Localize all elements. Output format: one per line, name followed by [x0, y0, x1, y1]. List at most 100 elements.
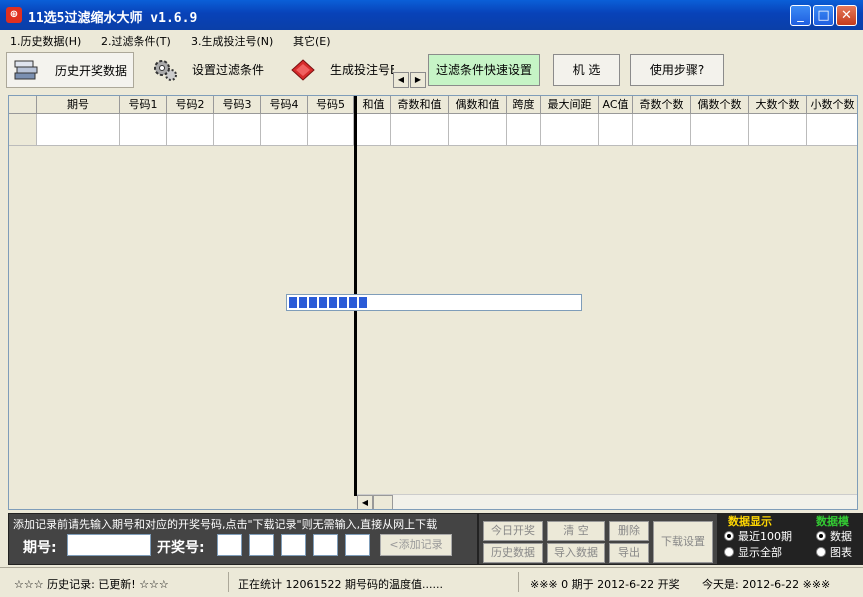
- progress-segment: [309, 297, 317, 308]
- maximize-icon: □: [817, 8, 830, 23]
- window-title: 11选5过滤缩水大师 v1.6.9: [28, 11, 198, 26]
- column-header[interactable]: 奇数个数: [633, 96, 691, 114]
- horizontal-scrollbar[interactable]: ◀: [357, 494, 857, 509]
- close-button[interactable]: ✕: [836, 5, 857, 26]
- arrow-right-icon: ▶: [414, 75, 422, 84]
- column-header[interactable]: 小数个数: [807, 96, 857, 114]
- clear-button[interactable]: 清 空: [547, 521, 605, 541]
- status-bar: ☆☆☆ 历史记录: 已更新! ☆☆☆ 正在统计 12061522 期号码的温度值…: [0, 567, 863, 597]
- column-header[interactable]: 期号: [37, 96, 120, 114]
- column-header[interactable]: AC值: [599, 96, 633, 114]
- table-cell[interactable]: [308, 114, 354, 146]
- table-cell[interactable]: [749, 114, 807, 146]
- maximize-button[interactable]: □: [813, 5, 834, 26]
- scroll-left-button[interactable]: ◀: [357, 495, 373, 509]
- column-header[interactable]: 偶数个数: [691, 96, 749, 114]
- close-icon: ✕: [841, 8, 852, 23]
- arrow-left-icon: ◀: [397, 75, 405, 84]
- column-header[interactable]: 偶数和值: [449, 96, 507, 114]
- minimize-icon: _: [797, 8, 804, 23]
- column-header[interactable]: 号码2: [167, 96, 214, 114]
- table-cell[interactable]: [37, 114, 120, 146]
- help-steps-button[interactable]: 使用步骤?: [630, 54, 724, 86]
- column-header[interactable]: 和值: [357, 96, 391, 114]
- set-filter-button[interactable]: 设置过滤条件: [146, 52, 272, 88]
- table-cell[interactable]: [691, 114, 749, 146]
- table-cell[interactable]: [449, 114, 507, 146]
- column-header[interactable]: 号码5: [308, 96, 354, 114]
- minimize-button[interactable]: _: [790, 5, 811, 26]
- add-record-button[interactable]: <添加记录: [380, 534, 452, 556]
- column-header[interactable]: 奇数和值: [391, 96, 449, 114]
- menu-bar: 1.历史数据(H) 2.过滤条件(T) 3.生成投注号(N) 其它(E): [0, 30, 863, 50]
- progress-fill: [289, 297, 367, 308]
- number-input-5[interactable]: [345, 534, 370, 556]
- column-header[interactable]: 最大间距: [541, 96, 599, 114]
- menu-history[interactable]: 1.历史数据(H): [10, 33, 81, 49]
- history-data-label: 历史开奖数据: [55, 64, 128, 78]
- show-all-radio[interactable]: [724, 547, 734, 557]
- data-display-title: 数据显示: [728, 515, 772, 528]
- progress-bar: [286, 294, 582, 311]
- toolbar-scroll-left-button[interactable]: ◀: [393, 72, 409, 88]
- table-cell[interactable]: [167, 114, 214, 146]
- status-separator: [518, 572, 519, 592]
- status-separator: [228, 572, 229, 592]
- table-cell[interactable]: [357, 114, 391, 146]
- number-input-1[interactable]: [217, 534, 242, 556]
- column-header[interactable]: 大数个数: [749, 96, 807, 114]
- table-cell[interactable]: [541, 114, 599, 146]
- column-header[interactable]: 号码3: [214, 96, 261, 114]
- table-cell[interactable]: [807, 114, 857, 146]
- download-settings-button[interactable]: 下载设置: [653, 521, 713, 563]
- number-input-4[interactable]: [313, 534, 338, 556]
- toolbar-scroll-right-button[interactable]: ▶: [410, 72, 426, 88]
- random-pick-button[interactable]: 机 选: [553, 54, 620, 86]
- data-mode-title: 数据模: [816, 515, 849, 528]
- table-cell[interactable]: [507, 114, 541, 146]
- progress-status: 正在统计 12061522 期号码的温度值......: [238, 578, 443, 591]
- column-header[interactable]: 跨度: [507, 96, 541, 114]
- scroll-thumb[interactable]: [373, 495, 393, 509]
- menu-generate[interactable]: 3.生成投注号(N): [191, 33, 273, 49]
- column-header[interactable]: 号码1: [120, 96, 167, 114]
- recent-100-label: 最近100期: [738, 530, 792, 543]
- menu-filter[interactable]: 2.过滤条件(T): [101, 33, 171, 49]
- red-gem-icon: [291, 59, 315, 81]
- export-button[interactable]: 导出: [609, 543, 649, 563]
- recent-100-radio[interactable]: [724, 531, 734, 541]
- grid-corner: [9, 96, 37, 114]
- table-cell[interactable]: [599, 114, 633, 146]
- quick-filter-button[interactable]: 过滤条件快速设置: [428, 54, 540, 86]
- mode-data-label: 数据: [830, 530, 852, 543]
- table-cell[interactable]: [633, 114, 691, 146]
- history-status: ☆☆☆ 历史记录: 已更新! ☆☆☆: [14, 578, 169, 591]
- table-cell[interactable]: [214, 114, 261, 146]
- app-logo-icon: ⊕: [6, 7, 22, 23]
- data-display-group: 数据显示 最近100期 显示全部: [718, 513, 810, 565]
- progress-segment: [359, 297, 367, 308]
- number-input-2[interactable]: [249, 534, 274, 556]
- draw-numbers-label: 开奖号:: [157, 540, 205, 556]
- mode-chart-radio[interactable]: [816, 547, 826, 557]
- table-cell[interactable]: [120, 114, 167, 146]
- generate-bets-button[interactable]: 生成投注号E: [284, 52, 394, 88]
- arrow-left-icon: ◀: [361, 498, 369, 507]
- delete-button[interactable]: 删除: [609, 521, 649, 541]
- history-data-button[interactable]: 历史开奖数据: [6, 52, 134, 88]
- number-input-3[interactable]: [281, 534, 306, 556]
- table-cell[interactable]: [261, 114, 308, 146]
- import-data-button[interactable]: 导入数据: [547, 543, 605, 563]
- today-status: 今天是: 2012-6-22 ※※※: [702, 578, 831, 591]
- gears-icon: [154, 60, 177, 81]
- history-data-action-button[interactable]: 历史数据: [483, 543, 543, 563]
- column-header[interactable]: 号码4: [261, 96, 308, 114]
- menu-other[interactable]: 其它(E): [293, 33, 331, 49]
- issue-input[interactable]: [67, 534, 151, 556]
- table-cell[interactable]: [391, 114, 449, 146]
- mode-data-radio[interactable]: [816, 531, 826, 541]
- show-all-label: 显示全部: [738, 546, 782, 559]
- books-icon: [14, 60, 38, 80]
- today-draw-button[interactable]: 今日开奖: [483, 521, 543, 541]
- progress-segment: [289, 297, 297, 308]
